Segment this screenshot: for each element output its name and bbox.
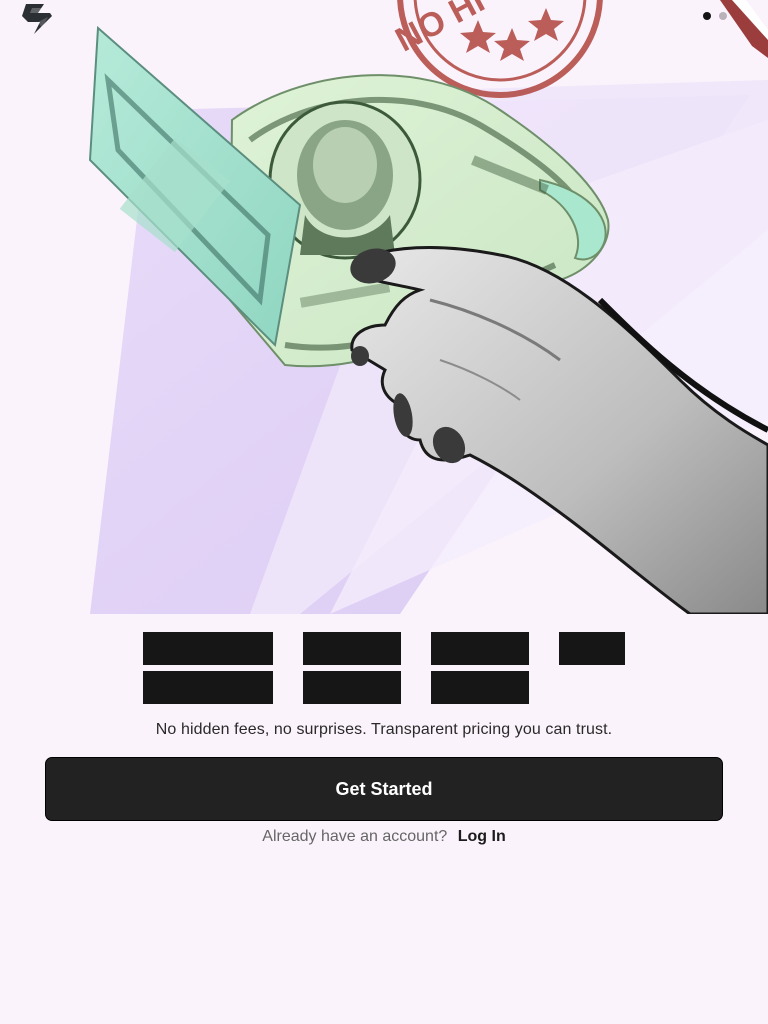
redacted-word <box>431 632 529 665</box>
page-indicator <box>703 12 727 20</box>
page-dot[interactable] <box>719 12 727 20</box>
onboarding-screen: NO HI No hidden fees, no surprises. Tran… <box>0 0 768 1024</box>
hero-artwork: NO HI <box>88 0 768 614</box>
redacted-word <box>303 632 401 665</box>
hero-illustration: NO HI <box>0 0 768 614</box>
get-started-button-label: Get Started <box>335 778 433 799</box>
login-row: Already have an account? Log In <box>0 828 768 846</box>
page-dot-active[interactable] <box>703 12 711 20</box>
s-shield-logo-icon <box>22 4 52 34</box>
login-prompt: Already have an account? <box>262 828 448 845</box>
redacted-word <box>303 671 401 704</box>
onboarding-subtitle: No hidden fees, no surprises. Transparen… <box>155 721 613 738</box>
redacted-word <box>143 671 273 704</box>
redacted-word <box>431 671 529 704</box>
get-started-button[interactable]: Get Started <box>45 757 723 821</box>
redacted-word <box>559 632 625 665</box>
redacted-word <box>143 632 273 665</box>
login-link[interactable]: Log In <box>458 828 506 845</box>
